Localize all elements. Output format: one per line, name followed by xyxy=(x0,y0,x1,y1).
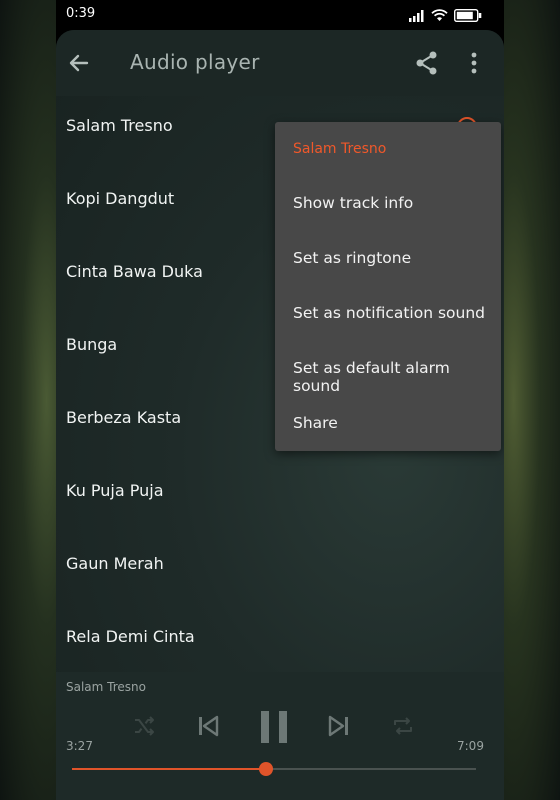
total-time: 7:09 xyxy=(457,739,484,753)
menu-item-set-ringtone[interactable]: Set as ringtone xyxy=(275,232,501,287)
background-blur-right xyxy=(502,0,560,800)
menu-item-show-track-info[interactable]: Show track info xyxy=(275,177,501,232)
player-panel: Salam Tresno 3:27 7:09 xyxy=(56,672,504,800)
back-arrow-icon[interactable] xyxy=(66,50,92,76)
track-item[interactable]: Gaun Merah xyxy=(56,534,504,607)
toolbar: Audio player xyxy=(56,30,504,96)
track-title: Rela Demi Cinta xyxy=(66,627,195,646)
more-vert-icon[interactable] xyxy=(466,50,482,76)
track-item[interactable]: Rela Demi Cinta xyxy=(56,607,504,680)
wifi-icon xyxy=(431,9,448,21)
repeat-icon[interactable] xyxy=(391,714,415,738)
share-icon[interactable] xyxy=(414,50,440,76)
background-blur-left xyxy=(0,0,58,800)
battery-icon xyxy=(454,9,482,22)
next-icon[interactable] xyxy=(327,714,351,738)
pause-icon[interactable] xyxy=(259,710,289,744)
track-title: Berbeza Kasta xyxy=(66,408,182,427)
status-time: 0:39 xyxy=(66,6,96,21)
seek-thumb[interactable] xyxy=(258,762,273,776)
menu-header-title: Salam Tresno xyxy=(293,141,387,157)
menu-item-set-notification-sound[interactable]: Set as notification sound xyxy=(275,287,501,342)
phone-screen: 0:39 Audio player Salam Tresno Kopi Dang… xyxy=(56,0,504,800)
audio-player-app: Audio player Salam Tresno Kopi Dangdut C… xyxy=(56,30,504,800)
menu-item-label: Set as default alarm sound xyxy=(293,359,450,395)
page-title: Audio player xyxy=(130,50,260,74)
context-menu: Salam Tresno Show track info Set as ring… xyxy=(275,122,501,451)
menu-item-label: Share xyxy=(293,414,338,432)
seek-progress xyxy=(72,768,266,770)
shuffle-icon[interactable] xyxy=(132,714,156,738)
signal-icon xyxy=(409,10,424,22)
track-title: Ku Puja Puja xyxy=(66,481,164,500)
track-title: Gaun Merah xyxy=(66,554,164,573)
track-item[interactable]: Ku Puja Puja xyxy=(56,461,504,534)
now-playing-title: Salam Tresno xyxy=(66,680,146,694)
status-icons xyxy=(409,8,482,22)
menu-item-label: Set as ringtone xyxy=(293,249,412,267)
elapsed-time: 3:27 xyxy=(66,739,93,753)
track-title: Bunga xyxy=(66,335,118,354)
track-title: Cinta Bawa Duka xyxy=(66,262,203,281)
menu-header: Salam Tresno xyxy=(275,122,501,177)
menu-item-label: Set as notification sound xyxy=(293,304,486,322)
menu-item-set-alarm-sound[interactable]: Set as default alarm sound xyxy=(275,342,501,397)
previous-icon[interactable] xyxy=(196,714,220,738)
menu-item-label: Show track info xyxy=(293,194,414,212)
seek-bar[interactable] xyxy=(72,762,476,776)
track-title: Kopi Dangdut xyxy=(66,189,175,208)
track-title: Salam Tresno xyxy=(66,116,173,135)
menu-item-share[interactable]: Share xyxy=(275,397,501,452)
status-bar: 0:39 xyxy=(56,0,504,30)
